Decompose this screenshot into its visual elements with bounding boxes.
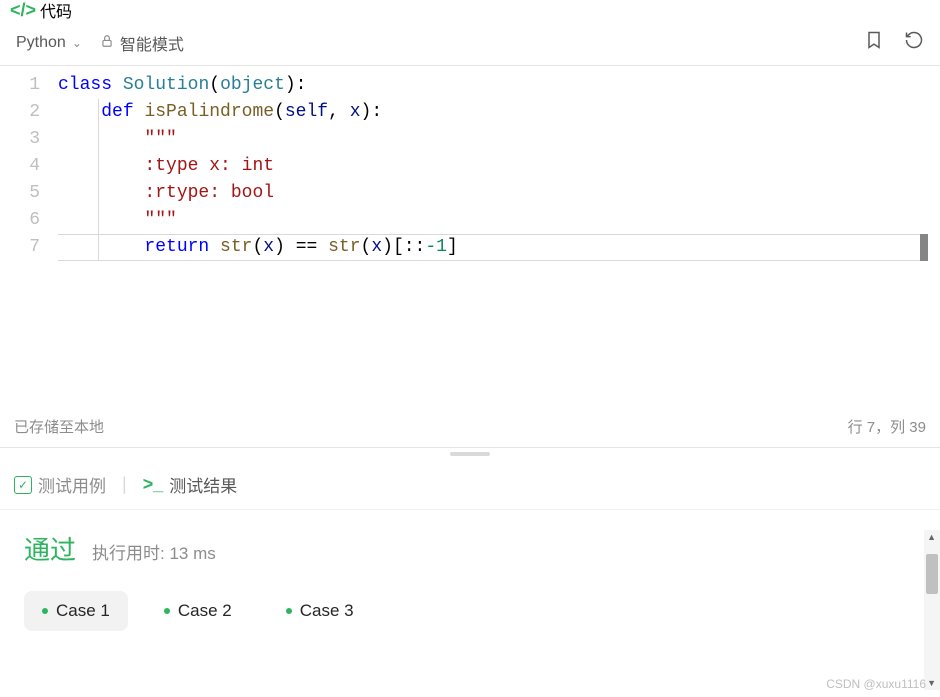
- watermark: CSDN @xuxu1116: [826, 677, 926, 691]
- runtime-info: 执行用时: 13 ms: [92, 539, 216, 564]
- line-number: 6: [0, 207, 40, 234]
- tab-test-results[interactable]: >_ 测试结果: [143, 472, 238, 497]
- line-number: 3: [0, 126, 40, 153]
- code-line: return str(x) == str(x)[::-1]: [58, 234, 940, 261]
- terminal-icon: >_: [143, 474, 164, 495]
- smart-mode-label: 智能模式: [120, 31, 184, 55]
- header-title: 代码: [40, 0, 72, 22]
- tab-test-cases[interactable]: ✓ 测试用例: [14, 472, 106, 497]
- result-header: 通过 执行用时: 13 ms: [24, 530, 916, 567]
- language-label: Python: [16, 34, 66, 52]
- scrollbar-thumb[interactable]: [926, 554, 938, 594]
- status-bar: 已存储至本地 行 7，列 39: [0, 406, 940, 448]
- result-tabs: ✓ 测试用例 | >_ 测试结果: [0, 460, 940, 510]
- code-line: class Solution(object):: [58, 72, 940, 99]
- chevron-down-icon: ⌄: [72, 36, 82, 50]
- line-number: 1: [0, 72, 40, 99]
- case-button-1[interactable]: Case 1: [24, 591, 128, 631]
- code-editor[interactable]: 1 2 3 4 5 6 7 class Solution(object): de…: [0, 66, 940, 406]
- panel-resize-handle[interactable]: [0, 448, 940, 460]
- case-button-2[interactable]: Case 2: [146, 591, 250, 631]
- code-line: """: [58, 126, 940, 153]
- code-icon: </>: [10, 0, 36, 21]
- language-selector[interactable]: Python ⌄: [16, 34, 82, 52]
- line-gutter: 1 2 3 4 5 6 7: [0, 66, 58, 406]
- line-number: 2: [0, 99, 40, 126]
- code-line: def isPalindrome(self, x):: [58, 99, 940, 126]
- header: </> 代码: [0, 0, 940, 20]
- reset-icon[interactable]: [904, 30, 924, 56]
- cursor-position: 行 7，列 39: [848, 416, 926, 437]
- smart-mode[interactable]: 智能模式: [100, 31, 184, 55]
- cursor-marker: [920, 234, 928, 261]
- code-line: """: [58, 207, 940, 234]
- result-panel: 通过 执行用时: 13 ms Case 1 Case 2 Case 3: [0, 510, 940, 651]
- saved-status: 已存储至本地: [14, 416, 104, 437]
- result-status: 通过: [24, 530, 76, 567]
- line-number: 7: [0, 234, 40, 261]
- bookmark-icon[interactable]: [864, 30, 884, 56]
- code-line: :rtype: bool: [58, 180, 940, 207]
- tab-label: 测试结果: [169, 472, 237, 497]
- toolbar-right: [864, 30, 924, 56]
- cases-list: Case 1 Case 2 Case 3: [24, 591, 916, 631]
- lock-icon: [100, 34, 114, 51]
- vertical-scrollbar[interactable]: ▲ ▼: [924, 530, 940, 690]
- scrollbar-up-icon[interactable]: ▲: [927, 532, 936, 542]
- code-line: :type x: int: [58, 153, 940, 180]
- check-square-icon: ✓: [14, 476, 32, 494]
- drag-handle-bar: [450, 452, 490, 456]
- indent-guide: [98, 99, 99, 261]
- toolbar-left: Python ⌄ 智能模式: [16, 31, 184, 55]
- case-button-3[interactable]: Case 3: [268, 591, 372, 631]
- toolbar: Python ⌄ 智能模式: [0, 20, 940, 66]
- case-status-dot: [164, 608, 170, 614]
- line-number: 5: [0, 180, 40, 207]
- code-content[interactable]: class Solution(object): def isPalindrome…: [58, 66, 940, 406]
- tab-divider: |: [122, 474, 127, 495]
- line-number: 4: [0, 153, 40, 180]
- case-label: Case 3: [300, 601, 354, 621]
- case-status-dot: [42, 608, 48, 614]
- case-status-dot: [286, 608, 292, 614]
- case-label: Case 2: [178, 601, 232, 621]
- case-label: Case 1: [56, 601, 110, 621]
- scrollbar-down-icon[interactable]: ▼: [927, 678, 936, 688]
- tab-label: 测试用例: [38, 472, 106, 497]
